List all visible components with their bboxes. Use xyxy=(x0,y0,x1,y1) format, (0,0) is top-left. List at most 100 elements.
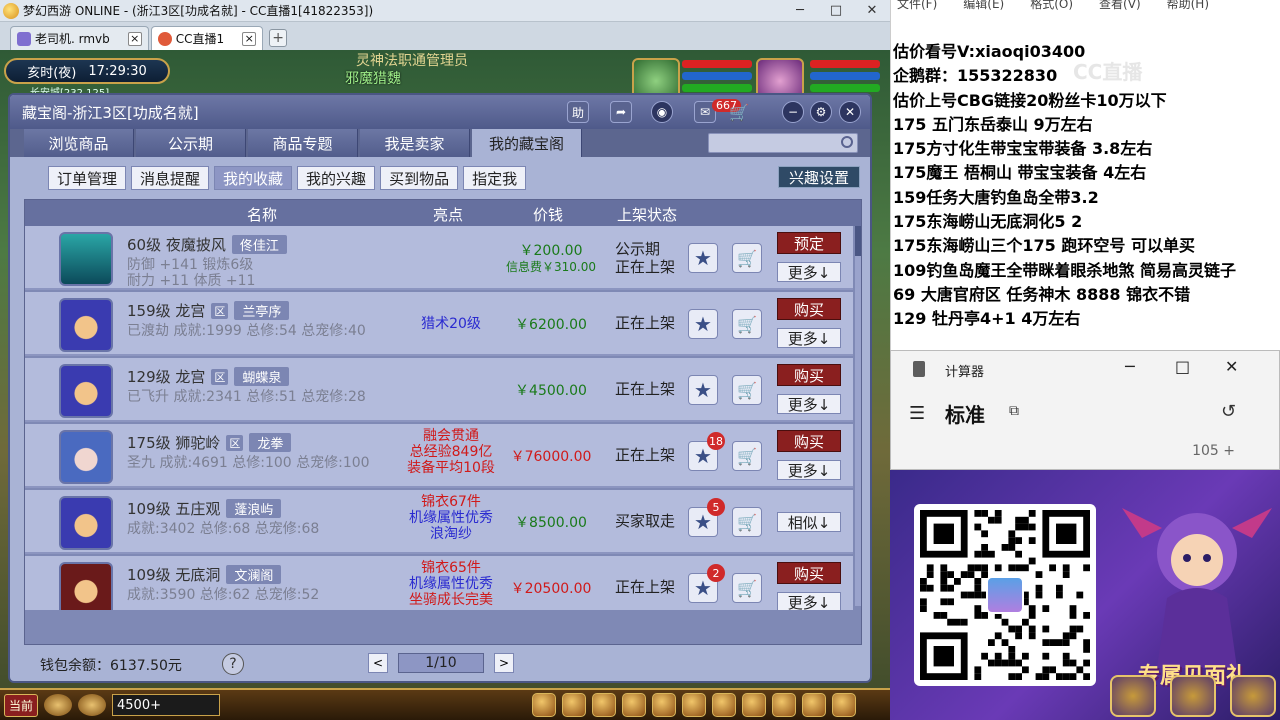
calculator-icon xyxy=(913,361,925,377)
emoji-icon[interactable] xyxy=(78,694,107,716)
cart-icon[interactable]: 🛒 xyxy=(728,101,750,123)
keep-on-top-icon[interactable]: ⧉ xyxy=(1009,403,1019,419)
item-icon[interactable] xyxy=(742,693,767,717)
similar-button[interactable]: 相似↓ xyxy=(777,512,841,532)
tab-cc-live[interactable]: CC直播1 × xyxy=(150,26,264,50)
item-icon[interactable] xyxy=(772,693,797,717)
notepad-text[interactable]: 估价看号V:xiaoqi03400 企鹅群：155322830 估价上号CBG链接2… xyxy=(893,40,1236,332)
tab-close-icon[interactable]: × xyxy=(242,31,257,46)
item-icon[interactable] xyxy=(622,693,647,717)
menu-help[interactable]: 帮助(H) xyxy=(1167,0,1209,12)
maximize-button[interactable]: □ xyxy=(818,3,854,18)
item-portrait[interactable] xyxy=(59,496,113,550)
cart-icon[interactable]: 🛒 xyxy=(732,243,762,273)
item-icon[interactable] xyxy=(802,693,827,717)
item-icon[interactable] xyxy=(652,693,677,717)
favorite-star-icon[interactable]: ★ xyxy=(688,309,718,339)
table-row[interactable]: 109级 无底洞 文澜阁 成就:3590 总修:62 总宠修:52 锦衣65件 机缘属性… xyxy=(25,556,853,610)
subtab-orders[interactable]: 订单管理 xyxy=(48,166,127,190)
cart-icon[interactable]: 🛒 xyxy=(732,375,762,405)
tab-seller[interactable]: 我是卖家 xyxy=(360,129,470,157)
item-highlight: 装备平均10段 xyxy=(407,460,495,476)
table-row[interactable]: 129级 龙宫区蝴蝶泉 已飞升 成就:2341 总修:51 总宠修:28 ￥4500… xyxy=(25,358,853,422)
more-button[interactable]: 更多↓ xyxy=(777,262,841,282)
table-row[interactable]: 159级 龙宫区兰亭序 已渡劫 成就:1999 总修:54 总宠修:40 猎术20级… xyxy=(25,292,853,356)
tab-browse[interactable]: 浏览商品 xyxy=(24,129,134,157)
clock-time: 17:29:30 xyxy=(88,63,147,79)
prev-page-button[interactable]: < xyxy=(368,653,388,673)
interest-settings-button[interactable]: 兴趣设置 xyxy=(777,166,860,188)
tab-public[interactable]: 公示期 xyxy=(136,129,246,157)
new-tab-button[interactable]: + xyxy=(269,29,288,47)
hamburger-menu-icon[interactable]: ☰ xyxy=(909,403,925,424)
buy-button[interactable]: 购买 xyxy=(777,364,841,386)
item-portrait[interactable] xyxy=(59,364,113,418)
tab-my-pavilion[interactable]: 我的藏宝阁 xyxy=(472,129,582,157)
more-button[interactable]: 更多↓ xyxy=(777,460,841,480)
minimize-button[interactable]: ─ xyxy=(782,3,818,18)
item-icon[interactable] xyxy=(712,693,737,717)
share-icon[interactable]: ➦ xyxy=(610,101,632,123)
search-icon[interactable] xyxy=(841,136,853,148)
scroll-thumb[interactable] xyxy=(855,226,861,256)
help-icon[interactable]: ? xyxy=(222,653,244,675)
promo-badge-icon[interactable] xyxy=(1170,675,1216,717)
close-button[interactable]: ✕ xyxy=(854,3,890,18)
item-icon[interactable] xyxy=(832,693,857,717)
voice-icon[interactable] xyxy=(44,694,73,716)
item-portrait[interactable] xyxy=(59,298,113,352)
cart-icon[interactable]: 🛒 xyxy=(732,573,762,603)
channel-current-button[interactable]: 当前 xyxy=(4,693,39,717)
more-button[interactable]: 更多↓ xyxy=(777,328,841,348)
camera-icon[interactable]: ◉ xyxy=(651,101,673,123)
item-icon[interactable] xyxy=(532,693,557,717)
subtab-bought[interactable]: 买到物品 xyxy=(380,166,459,190)
more-button[interactable]: 更多↓ xyxy=(777,394,841,414)
notepad-line: 175方寸化生带宝宝带装备 3.8左右 xyxy=(893,139,1153,159)
item-icon[interactable] xyxy=(562,693,587,717)
search-input[interactable] xyxy=(708,133,858,153)
menu-view[interactable]: 查看(V) xyxy=(1099,0,1141,12)
menu-file[interactable]: 文件(F) xyxy=(897,0,937,12)
scrollbar[interactable] xyxy=(855,226,861,606)
more-button[interactable]: 更多↓ xyxy=(777,592,841,610)
cart-icon[interactable]: 🛒 xyxy=(732,309,762,339)
subtab-messages[interactable]: 消息提醒 xyxy=(131,166,210,190)
cart-icon[interactable]: 🛒 xyxy=(732,441,762,471)
favorite-star-icon[interactable]: ★ xyxy=(688,375,718,405)
buy-button[interactable]: 购买 xyxy=(777,298,841,320)
help-button[interactable]: 助 xyxy=(567,101,589,123)
promo-badge-icon[interactable] xyxy=(1110,675,1156,717)
subtab-assigned[interactable]: 指定我 xyxy=(463,166,527,190)
tab-video[interactable]: 老司机. rmvb × xyxy=(10,26,149,50)
buy-button[interactable]: 购买 xyxy=(777,562,841,584)
favorite-star-icon[interactable]: ★ xyxy=(688,243,718,273)
item-icon[interactable] xyxy=(592,693,617,717)
menu-edit[interactable]: 编辑(E) xyxy=(963,0,1004,12)
menu-format[interactable]: 格式(O) xyxy=(1030,0,1073,12)
next-page-button[interactable]: > xyxy=(494,653,514,673)
cart-icon[interactable]: 🛒 xyxy=(732,507,762,537)
item-portrait[interactable] xyxy=(59,232,113,286)
table-row[interactable]: 109级 五庄观 蓬浪屿 成就:3402 总修:68 总宠修:68 锦衣67件 机缘属性… xyxy=(25,490,853,554)
item-portrait[interactable] xyxy=(59,562,113,610)
subtab-interests[interactable]: 我的兴趣 xyxy=(297,166,376,190)
table-row[interactable]: 60级 夜魔披风 佟佳江 防御 +141 锻炼6级 耐力 +11 体质 +11 ￥200… xyxy=(25,226,853,290)
tab-topics[interactable]: 商品专题 xyxy=(248,129,358,157)
buy-button[interactable]: 购买 xyxy=(777,430,841,452)
item-portrait[interactable] xyxy=(59,430,113,484)
history-icon[interactable]: ↺ xyxy=(1221,401,1236,422)
reserve-button[interactable]: 预定 xyxy=(777,232,841,254)
minimize-icon[interactable]: − xyxy=(782,101,804,123)
maximize-button[interactable]: □ xyxy=(1175,357,1190,376)
minimize-button[interactable]: ─ xyxy=(1125,357,1135,376)
promo-badge-icon[interactable] xyxy=(1230,675,1276,717)
table-row[interactable]: 175级 狮驼岭区龙拳 圣九 成就:4691 总修:100 总宠修:100 融会贯通… xyxy=(25,424,853,488)
close-icon[interactable]: ✕ xyxy=(839,101,861,123)
tab-close-icon[interactable]: × xyxy=(127,31,142,46)
settings-icon[interactable]: ⚙ xyxy=(810,101,832,123)
close-button[interactable]: ✕ xyxy=(1225,357,1238,376)
sub-tabs: 订单管理 消息提醒 我的收藏 我的兴趣 买到物品 指定我 xyxy=(48,166,527,190)
item-icon[interactable] xyxy=(682,693,707,717)
subtab-favorites[interactable]: 我的收藏 xyxy=(214,166,293,190)
